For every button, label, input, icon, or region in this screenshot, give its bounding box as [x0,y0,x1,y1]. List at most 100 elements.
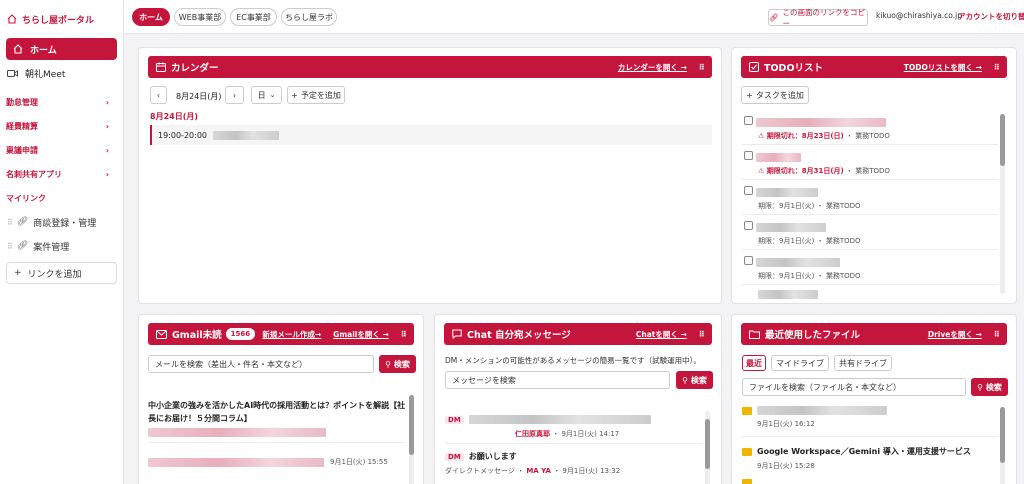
todo-deadline: 期限：9月1日(火) [758,272,815,280]
chat-scrollbar[interactable] [705,411,710,484]
todo-checkbox[interactable] [744,256,753,265]
todo-divider [742,249,998,250]
file-search-input[interactable]: ファイルを検索（ファイル名・本文など） [742,378,966,396]
drag-handle-icon[interactable]: ⠿ [994,330,1000,339]
mylink-item-deals[interactable]: ⠿ 🔗︎ 商談登録・管理 [0,210,123,234]
search-button-label: 検索 [393,359,410,369]
drag-handle-icon[interactable]: ⠿ [699,63,705,72]
todo-header: TODOリスト TODOリストを開く → ⠿ [741,56,1007,78]
sidebar: ちらし屋ポータル ホーム 朝礼Meet 勤怠管理 › 経費精算 › 稟議申請 ›… [0,0,124,484]
open-calendar-link[interactable]: カレンダーを開く → [618,62,687,73]
mylink-item-projects[interactable]: ⠿ 🔗︎ 案件管理 [0,234,123,258]
chat-search-input[interactable]: メッセージを検索 [445,371,670,389]
file-time: 9月1日(火) 15:28 [757,462,815,470]
brand-link[interactable]: ちらし屋ポータル [0,0,123,38]
mail-search-button[interactable]: ⚲ 検索 [379,355,416,373]
chat-message[interactable]: DM 仁田原真耶 ・ 9月1日(火) 14:17 [445,415,707,439]
plus-icon: + [746,90,753,100]
todo-item[interactable]: 期限：9月1日(火) ・ 業務TODO [744,186,989,211]
checkbox-icon [749,62,759,72]
search-icon: ⚲ [977,382,983,392]
copy-link-button[interactable]: 🔗︎ この画面のリンクをコピー [768,7,868,28]
plus-icon: + [14,268,22,278]
files-scrollbar[interactable] [1000,407,1005,484]
calendar-event[interactable]: 19:00-20:00 [150,125,712,145]
todo-checkbox[interactable] [744,151,753,160]
open-chat-link[interactable]: Chatを開く → [636,329,687,340]
add-link-label: リンクを追加 [27,269,82,280]
add-event-button[interactable]: + 予定を追加 [287,86,345,104]
calendar-icon [156,62,166,72]
scrollbar-thumb[interactable] [705,419,710,469]
scrollbar-thumb[interactable] [1000,407,1005,463]
drag-handle-icon[interactable]: ⠿ [401,330,407,339]
mylink-label: 商談登録・管理 [33,218,97,229]
message-sender: MA YA [526,467,551,475]
gmail-header: Gmail未読 1566 新規メール作成→ Gmailを開く → ⠿ [148,323,414,345]
sidebar-category-approval[interactable]: 稟議申請 › [0,138,123,162]
home-icon [7,14,17,24]
compose-mail-link[interactable]: 新規メール作成→ [262,329,321,340]
drag-handle-icon[interactable]: ⠿ [699,330,705,339]
link-icon: 🔗︎ [16,217,29,227]
message-sender: 仁田原真耶 [515,430,550,438]
switch-account-link[interactable]: アカウントを切り替え [958,11,1024,22]
file-item[interactable]: Google Workspace／Gemini 導入・運用支援サービス 9月1日… [742,446,1004,471]
todo-item[interactable]: 期限：9月1日(火) ・ 業務TODO [744,221,989,246]
chat-message[interactable]: DM お願いします ダイレクトメッセージ ・ MA YA ・ 9月1日(火) 1… [445,451,707,476]
mail-search-input[interactable]: メールを検索（差出人・件名・本文など） [148,355,374,373]
calendar-day-label: 8月24日(月) [150,112,199,121]
todo-scrollbar[interactable] [1000,114,1005,294]
search-button-label: 検索 [690,375,707,385]
prev-day-button[interactable]: ‹ [150,86,167,104]
todo-tag: 業務TODO [825,237,861,245]
tab-web[interactable]: WEB事業部 [174,8,226,26]
files-tab-shared-drive[interactable]: 共有ドライブ [834,355,892,371]
mail-scrollbar[interactable] [409,395,414,484]
open-gmail-link[interactable]: Gmailを開く → [333,329,389,340]
drag-handle-icon[interactable]: ⠿ [7,218,13,227]
chat-title: Chat 自分宛メッセージ [467,330,571,341]
calendar-date: 8月24日(月) [176,92,222,101]
sidebar-category-attendance[interactable]: 勤怠管理 › [0,90,123,114]
calendar-card: カレンダー カレンダーを開く → ⠿ ‹ 8月24日(月) › 日 ⌄ + 予定… [138,47,722,304]
drag-handle-icon[interactable]: ⠿ [7,242,13,251]
todo-item[interactable]: ⚠ 期限切れ：8月23日(日) ・ 業務TODO [744,116,989,141]
files-tab-recent[interactable]: 最近 [742,355,766,371]
todo-checkbox[interactable] [744,116,753,125]
scrollbar-thumb[interactable] [1000,114,1005,166]
sidebar-category-expense[interactable]: 経費精算 › [0,114,123,138]
todo-item[interactable]: 期限：9月1日(火) ・ 業務TODO [744,256,989,281]
file-item[interactable]: 9月1日(火) 16:12 [742,406,1004,429]
todo-checkbox[interactable] [744,221,753,230]
scrollbar-thumb[interactable] [409,395,414,455]
mylink-header: マイリンク [6,193,46,203]
open-todo-link[interactable]: TODOリストを開く → [904,62,982,73]
add-task-button[interactable]: + タスクを追加 [741,86,809,104]
mail-item[interactable]: 中小企業の強みを活かしたAI時代の採用活動とは？ポイントを解説【社長にお届け！５… [148,399,410,439]
gmail-title: Gmail未読 [172,330,222,341]
tab-ec[interactable]: EC事業部 [230,8,277,26]
todo-item[interactable]: ⚠ 期限切れ：8月31日(月) ・ 業務TODO [744,151,989,176]
file-search-button[interactable]: ⚲ 検索 [971,378,1008,396]
top-bar: ホーム WEB事業部 EC事業部 ちらし屋ラボ 🔗︎ この画面のリンクをコピー … [124,0,1024,34]
open-drive-link[interactable]: Driveを開く → [928,329,982,340]
drag-handle-icon[interactable]: ⠿ [994,63,1000,72]
add-link-button[interactable]: + リンクを追加 [6,262,117,284]
sidebar-item-label: 朝礼Meet [25,69,66,80]
todo-checkbox[interactable] [744,186,753,195]
view-select[interactable]: 日 ⌄ [251,86,282,104]
next-day-button[interactable]: › [225,86,244,104]
event-time: 19:00-20:00 [158,130,207,140]
sidebar-category-business-card[interactable]: 名刺共有アプリ › [0,162,123,186]
files-tab-my-drive[interactable]: マイドライブ [771,355,829,371]
sidebar-item-home[interactable]: ホーム [6,38,117,60]
copy-link-label: この画面のリンクをコピー [782,7,866,28]
mail-item[interactable]: 9月1日(火) 15:55 [148,457,410,467]
sidebar-item-meet[interactable]: 朝礼Meet [0,60,123,86]
slides-file-icon [742,406,752,415]
file-time: 9月1日(火) 16:12 [757,420,815,428]
chat-search-button[interactable]: ⚲ 検索 [676,371,713,389]
tab-lab[interactable]: ちらし屋ラボ [281,8,337,26]
tab-home[interactable]: ホーム [132,8,170,26]
